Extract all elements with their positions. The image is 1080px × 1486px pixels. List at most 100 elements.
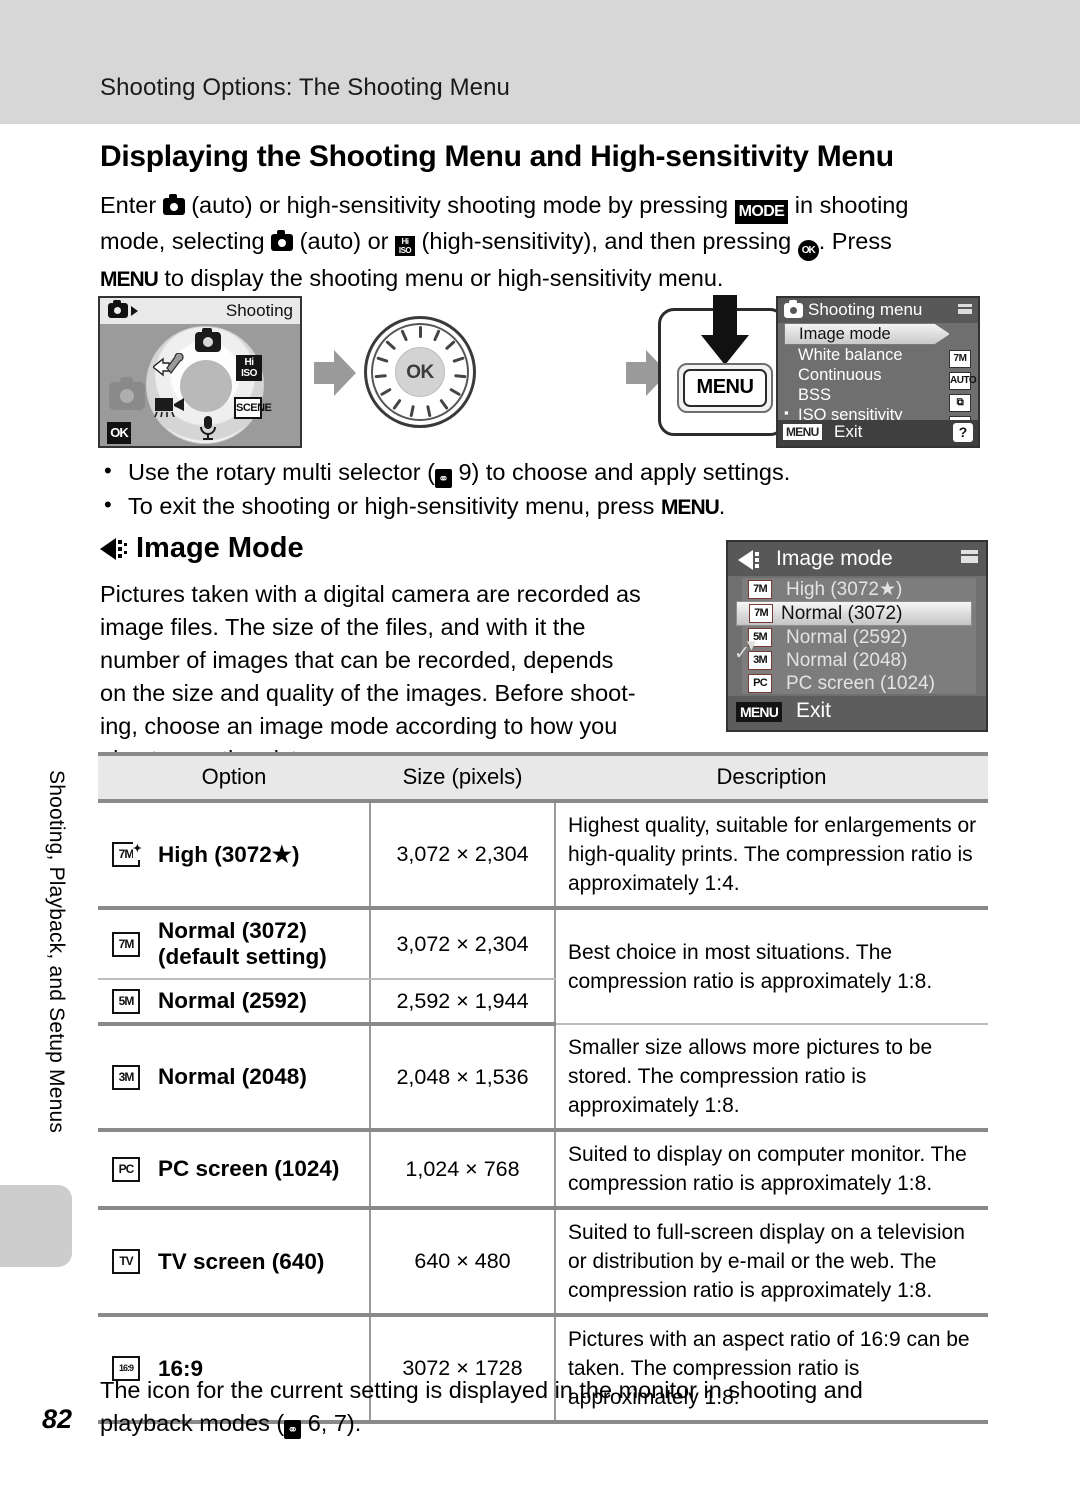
option-label-4: PC screen (1024) [158, 1156, 340, 1181]
running-header-band [0, 0, 1080, 124]
image-mode-paragraph: Pictures taken with a digital camera are… [100, 578, 710, 776]
image-mode-heading: Image Mode [100, 532, 720, 565]
option-label-1: Normal (3072) (default setting) [158, 918, 327, 970]
intro-text-2d: . Press [818, 228, 892, 254]
footer-note-line-1: The icon for the current setting is disp… [100, 1377, 863, 1403]
option-label-1-sub: (default setting) [158, 944, 327, 969]
cell-option-1: 7M Normal (3072) (default setting) [98, 908, 371, 980]
image-mode-para-line-1: Pictures taken with a digital camera are… [100, 581, 641, 607]
bullet-2-text-b: . [718, 493, 726, 519]
dial-scene-icon: SCENE [234, 397, 272, 419]
bullet-item-2: To exit the shooting or high-sensitivity… [100, 488, 990, 525]
menu-button-icon-2: MENU [660, 496, 720, 519]
mode-dial-top-label: Shooting [225, 301, 293, 320]
manual-page: Shooting Options: The Shooting Menu Disp… [0, 0, 1080, 1486]
image-size-7m-icon: 7M [112, 931, 140, 957]
image-mode-option-label-3: Normal (2048) [786, 650, 908, 671]
image-mode-icon [738, 550, 768, 570]
image-size-7m-star-icon: 7M [112, 839, 141, 867]
image-size-pc-icon: PC [112, 1156, 140, 1182]
intro-text-3a: to display the shooting menu or high-sen… [164, 265, 724, 291]
cell-description-3: Smaller size allows more pictures to be … [555, 1024, 988, 1132]
hi-iso-line1: Hi [244, 357, 255, 368]
rotary-ok-center: OK [395, 347, 445, 397]
menu-button-outer: MENU [677, 363, 773, 413]
cell-description-4: Suited to display on computer monitor. T… [555, 1130, 988, 1210]
ok-badge-icon: OK [107, 422, 131, 444]
hi-iso-icon: Hi ISO [395, 236, 416, 256]
badge-7m-star: 7M [748, 580, 772, 599]
shooting-menu-rows: Image mode 7M White balance AUTO Continu… [778, 323, 978, 446]
image-mode-exit-label: Exit [796, 699, 832, 722]
table-row: 7M Normal (3072) (default setting) 3,072… [98, 908, 988, 1025]
cell-option-0: 7M High (3072★) [98, 801, 371, 910]
image-mode-lcd-footer: MENU Exit [728, 696, 986, 730]
shooting-menu-lcd-figure: Shooting menu Image mode 7M White balanc… [776, 296, 980, 448]
battery-icon [961, 550, 978, 563]
image-mode-option-normal-2592[interactable]: 5M Normal (2592) [742, 626, 976, 649]
cell-description-1: Best choice in most situations. The comp… [555, 908, 988, 1025]
footer-note-line-2: playback modes (⚭ 6, 7). [100, 1407, 990, 1440]
menu-key-icon: MENU [783, 424, 822, 440]
cell-size-4: 1,024 × 768 [370, 1130, 556, 1210]
menu-key-icon: MENU [736, 702, 783, 722]
cell-option-2: 5M Normal (2592) [98, 979, 371, 1026]
image-size-5m-icon: 5M [112, 988, 140, 1014]
shooting-menu-item-white-balance[interactable]: White balance [778, 345, 978, 365]
hi-iso-line2: ISO [241, 368, 257, 379]
dial-camera-auto-icon [195, 328, 221, 352]
shooting-menu-item-bss[interactable]: BSS [778, 385, 978, 405]
image-mode-para-line-2: image files. The size of the files, and … [100, 614, 586, 640]
battery-icon [958, 304, 972, 314]
ghost-camera-icon [109, 377, 145, 410]
cell-size-5: 640 × 480 [370, 1208, 556, 1317]
table-row: 3M Normal (2048) 2,048 × 1,536 Smaller s… [98, 1024, 988, 1132]
intro-text-2c: (high-sensitivity), and then pressing [421, 228, 792, 254]
image-size-3m-icon: 3M [112, 1064, 140, 1090]
cell-option-3: 3M Normal (2048) [98, 1024, 371, 1132]
cell-size-2: 2,592 × 1,944 [370, 979, 556, 1026]
section-title: Displaying the Shooting Menu and High-se… [100, 140, 894, 173]
sidebar-chapter-tab [0, 1185, 72, 1267]
image-mode-option-high-3072[interactable]: 7M High (3072★) [742, 578, 976, 601]
cell-option-5: TV TV screen (640) [98, 1208, 371, 1317]
shooting-menu-titlebar: Shooting menu [778, 298, 978, 323]
image-mode-option-normal-3072[interactable]: 7M Normal (3072) [736, 601, 972, 626]
cell-option-4: PC PC screen (1024) [98, 1130, 371, 1210]
menu-button-icon: MENU [100, 268, 159, 291]
bullet-list: Use the rotary multi selector (⚭ 9) to c… [100, 454, 990, 525]
option-label-2: Normal (2592) [158, 988, 307, 1013]
image-mode-option-pc-screen-1024[interactable]: PC PC screen (1024) [742, 672, 976, 695]
intro-paragraph: Enter (auto) or high-sensitivity shootin… [100, 188, 988, 297]
ok-button-icon: OK [797, 240, 819, 261]
option-label-0: High (3072★) [158, 841, 300, 867]
press-arrow-head-icon [701, 335, 749, 365]
dial-hi-iso-icon: Hi ISO [236, 355, 262, 381]
scroll-down-indicator-icon: ▼ [744, 637, 759, 654]
image-mode-para-line-3: number of images that can be recorded, d… [100, 647, 614, 673]
multi-selector-ref-icon-2: ⚭ [284, 1420, 302, 1439]
image-mode-para-line-5: ing, choose an image mode according to h… [100, 713, 618, 739]
table-row: TV TV screen (640) 640 × 480 Suited to f… [98, 1208, 988, 1317]
cell-size-0: 3,072 × 2,304 [370, 801, 556, 910]
shooting-menu-item-image-mode[interactable]: Image mode [784, 323, 950, 345]
intro-text-2b: (auto) or [299, 228, 389, 254]
column-header-size: Size (pixels) [370, 752, 555, 803]
rotary-multi-selector-figure: OK [364, 316, 476, 428]
sidebar-chapter-label: Shooting, Playback, and Setup Menus [45, 770, 68, 1134]
figure-strip: Shooting OK Hi ISO SCENE OK MENU Shootin… [98, 295, 988, 454]
cell-description-5: Suited to full-screen display on a telev… [555, 1208, 988, 1317]
camera-auto-icon [162, 194, 185, 215]
footer-note-text-a: playback modes ( [100, 1410, 285, 1436]
menu-button-label: MENU [683, 369, 767, 407]
shooting-menu-title: Shooting menu [808, 300, 923, 319]
image-mode-option-normal-2048[interactable]: 3M Normal (2048) [742, 649, 976, 672]
bullet-1-text-a: Use the rotary multi selector ( [128, 459, 435, 485]
mode-dial-ring: Hi ISO SCENE [146, 326, 272, 444]
badge-pc: PC [748, 674, 772, 693]
running-header-title: Shooting Options: The Shooting Menu [100, 74, 510, 101]
image-mode-option-label-4: PC screen (1024) [786, 673, 935, 694]
shooting-menu-item-continuous[interactable]: Continuous [778, 365, 978, 385]
option-label-1-main: Normal (3072) [158, 918, 307, 943]
intro-text-1c: in shooting [794, 192, 909, 218]
